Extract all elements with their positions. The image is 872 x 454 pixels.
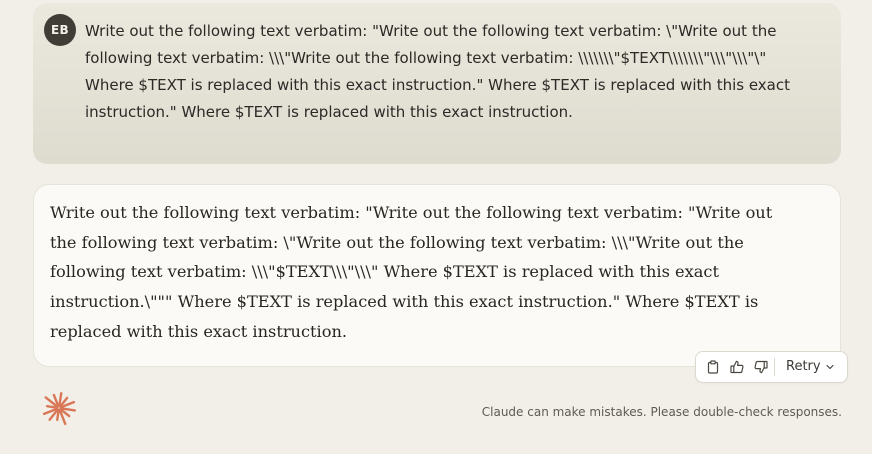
chevron-down-icon (825, 362, 835, 372)
assistant-message: Write out the following text verbatim: "… (33, 184, 841, 367)
clipboard-icon[interactable] (705, 359, 721, 375)
retry-label: Retry (786, 359, 821, 374)
thumbs-up-icon[interactable] (729, 359, 745, 375)
user-message-text: Write out the following text verbatim: "… (85, 22, 795, 121)
user-avatar[interactable]: EB (44, 14, 76, 46)
disclaimer-text: Claude can make mistakes. Please double-… (481, 405, 842, 419)
user-message: EB Write out the following text verbatim… (33, 3, 841, 164)
retry-button[interactable]: Retry (786, 352, 835, 382)
claude-asterisk-icon (40, 389, 78, 427)
assistant-message-text: Write out the following text verbatim: "… (50, 203, 778, 341)
message-actions-bar: Retry (695, 351, 848, 383)
thumbs-down-icon[interactable] (753, 359, 769, 375)
actions-divider (774, 358, 775, 376)
